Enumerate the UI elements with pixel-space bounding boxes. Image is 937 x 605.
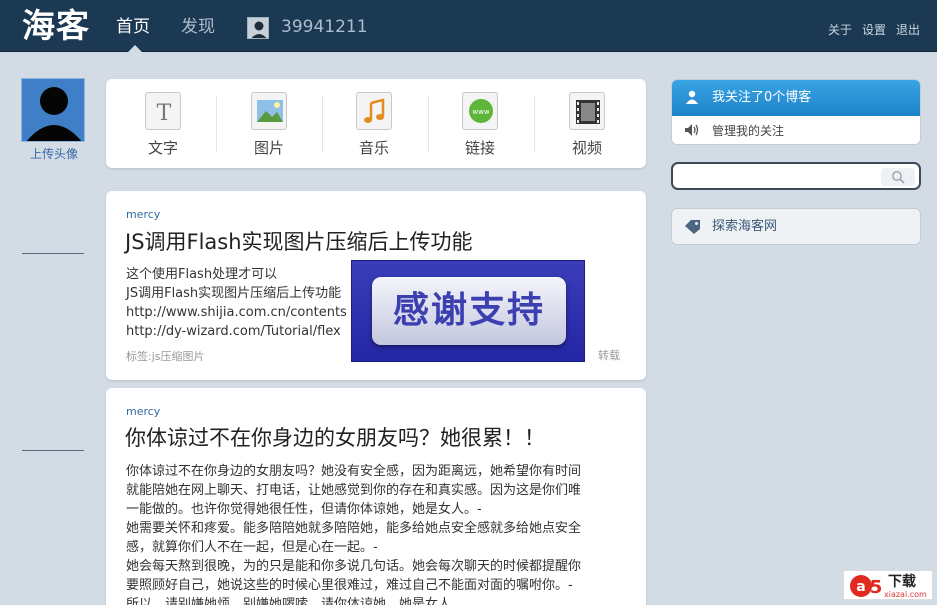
post-body-line: 感，就算你们人不在一起，但是心在一起。- xyxy=(126,540,378,555)
music-icon xyxy=(356,92,392,130)
user-silhouette-icon xyxy=(22,79,84,141)
speaker-icon xyxy=(685,124,699,136)
post-body-line: 一能做的。也许你觉得她很任性，但请你体谅她，她是女人。- xyxy=(126,502,482,517)
post-type-label: 图片 xyxy=(253,139,284,157)
post-body-line: 她会每天熬到很晚，为的只是能和你多说几句话。她会每次聊天的时候都提醒你 xyxy=(126,559,582,574)
post-type-video[interactable]: 视频 xyxy=(547,92,627,157)
a5-logo-icon: a 5 xyxy=(850,575,883,598)
divider xyxy=(534,96,535,152)
person-icon xyxy=(686,90,698,104)
search-icon xyxy=(892,171,905,184)
post-type-music[interactable]: 音乐 xyxy=(334,92,414,157)
thanks-overlay-image: 感谢支持 xyxy=(351,260,585,362)
post-type-label: 链接 xyxy=(464,139,495,157)
search-input[interactable] xyxy=(679,167,879,185)
site-logo[interactable]: 海客 xyxy=(22,6,90,46)
post-body-line: 要照顾好自己，她说这些的时候心里很难过，难过自己不能面对面的嘱咐你。- xyxy=(126,578,573,593)
divider xyxy=(22,450,84,451)
video-icon xyxy=(569,92,605,130)
user-id-link[interactable]: 39941211 xyxy=(281,16,368,38)
user-silhouette-icon xyxy=(251,21,267,38)
divider xyxy=(428,96,429,152)
profile-avatar[interactable] xyxy=(21,78,85,142)
explore-site-button[interactable]: 探索海客网 xyxy=(671,208,921,245)
following-count: 我关注了0个博客 xyxy=(712,90,812,105)
post-type-label: 文字 xyxy=(147,139,178,157)
divider xyxy=(322,96,323,152)
repost-link[interactable]: 转载 xyxy=(598,349,620,363)
post-type-text[interactable]: T 文字 xyxy=(123,92,203,157)
divider xyxy=(22,253,84,254)
search-box xyxy=(671,162,921,190)
text-icon: T xyxy=(145,92,181,130)
divider xyxy=(216,96,217,152)
svg-text:a: a xyxy=(856,579,865,595)
following-header[interactable]: 我关注了0个博客 xyxy=(672,80,920,116)
post-body-line: 她需要关怀和疼爱。能多陪陪她就多陪陪她，能多给她点安全感就多给她点安全 xyxy=(126,521,582,536)
about-link[interactable]: 关于 xyxy=(828,22,852,38)
watermark-domain: xiazai.com xyxy=(884,590,927,599)
user-avatar-small[interactable] xyxy=(247,17,269,39)
thanks-overlay-text: 感谢支持 xyxy=(392,290,545,331)
following-box: 我关注了0个博客 管理我的关注 xyxy=(671,79,921,145)
post-author[interactable]: mercy xyxy=(126,405,160,419)
post-body: 你体谅过不在你身边的女朋友吗？她没有安全感，因为距离远，她希望你有时间 就能陪她… xyxy=(126,462,626,605)
svg-text:T: T xyxy=(157,101,172,126)
top-navigation-bar: 海客 首页 发现 39941211 关于 设置 退出 xyxy=(0,0,937,52)
post-body-line: 你体谅过不在你身边的女朋友吗？她没有安全感，因为距离远，她希望你有时间 xyxy=(126,464,582,479)
manage-following-link[interactable]: 管理我的关注 xyxy=(712,123,784,139)
svg-text:5: 5 xyxy=(870,577,883,598)
image-icon xyxy=(251,92,287,130)
tag-icon xyxy=(685,220,700,234)
search-button[interactable] xyxy=(881,168,915,186)
post-type-link[interactable]: www 链接 xyxy=(440,92,520,157)
nav-home-link[interactable]: 首页 xyxy=(116,16,150,38)
watermark-brand: 下载 xyxy=(888,574,916,590)
post-type-label: 视频 xyxy=(571,139,602,157)
post-body-line: 就能陪她在网上聊天、打电话，让她感觉到你的存在和真实感。因为这是你们唯 xyxy=(126,483,582,498)
post-title[interactable]: 你体谅过不在你身边的女朋友吗？她很累！！ xyxy=(125,424,545,452)
post-author[interactable]: mercy xyxy=(126,208,160,222)
svg-text:www: www xyxy=(472,108,489,116)
download-site-watermark: a 5 下载 xiazai.com xyxy=(843,570,933,600)
settings-link[interactable]: 设置 xyxy=(862,22,886,38)
link-icon: www xyxy=(462,92,498,130)
post-type-image[interactable]: 图片 xyxy=(229,92,309,157)
nav-discover-link[interactable]: 发现 xyxy=(181,16,215,38)
thanks-overlay-panel: 感谢支持 xyxy=(372,277,566,345)
explore-site-label: 探索海客网 xyxy=(712,219,778,234)
post-type-label: 音乐 xyxy=(358,139,389,157)
post-tags[interactable]: 标签:js压缩图片 xyxy=(126,350,205,364)
post-body-line: 所以，请别嫌她烦，别嫌她啰嗦，请你体谅她，她是女人。 xyxy=(126,597,465,605)
upload-avatar-link[interactable]: 上传头像 xyxy=(22,146,86,162)
post-title[interactable]: JS调用Flash实现图片压缩后上传功能 xyxy=(125,228,473,256)
logout-link[interactable]: 退出 xyxy=(896,22,920,38)
